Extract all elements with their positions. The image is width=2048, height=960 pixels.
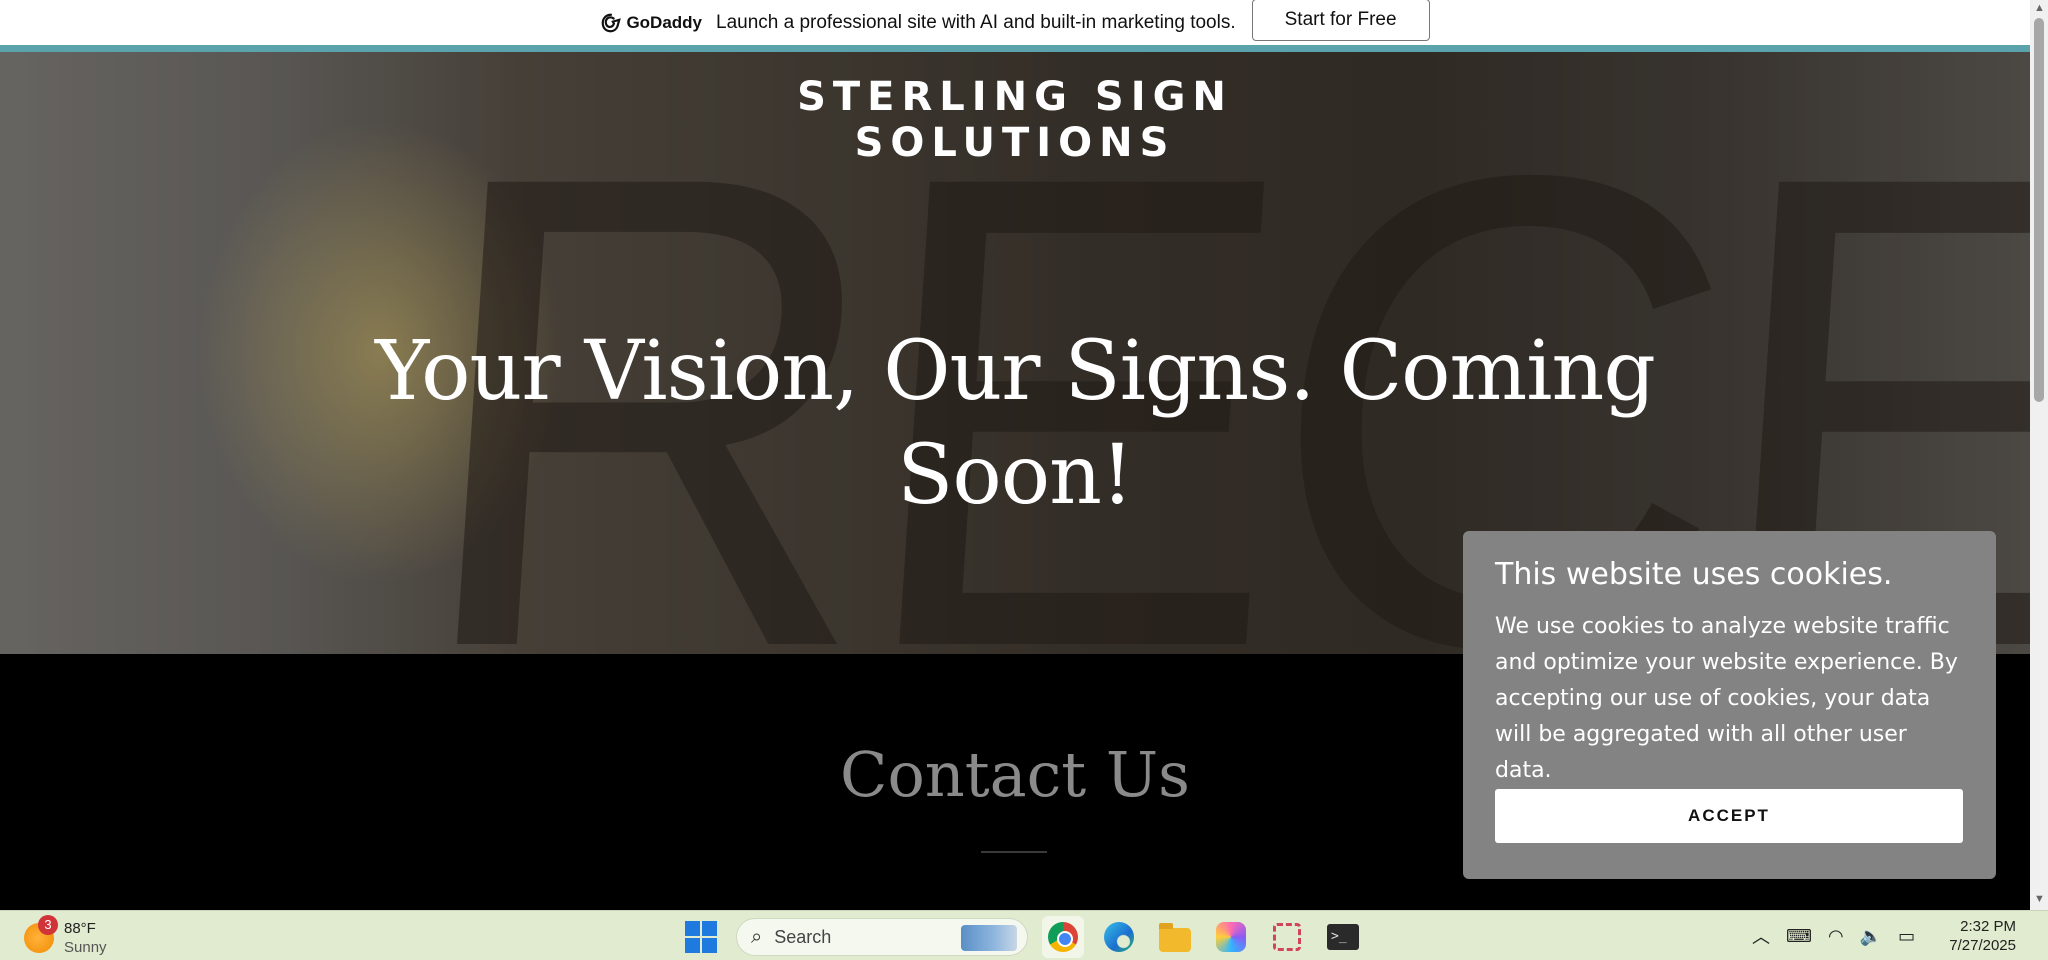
search-placeholder: Search xyxy=(774,926,832,947)
chevron-up-icon[interactable]: ︿ xyxy=(1752,923,1770,949)
taskbar-copilot[interactable] xyxy=(1210,916,1252,958)
accept-cookies-button[interactable]: ACCEPT xyxy=(1495,789,1963,843)
godaddy-logo[interactable]: GoDaddy xyxy=(600,12,702,34)
godaddy-logo-icon xyxy=(602,13,622,33)
hero-headline-line-1: Your Vision, Our Signs. Coming xyxy=(375,324,1656,419)
hero-headline-line-2: Soon! xyxy=(897,428,1134,523)
cookie-body: We use cookies to analyze website traffi… xyxy=(1495,614,1958,783)
terminal-icon: >_ xyxy=(1327,924,1359,950)
taskbar-edge[interactable] xyxy=(1098,916,1140,958)
weather-widget[interactable]: 3 88°F Sunny xyxy=(24,915,107,957)
snipping-tool-icon xyxy=(1273,923,1301,951)
search-icon: ⌕ xyxy=(751,925,763,948)
copilot-icon xyxy=(1216,922,1246,952)
weather-temperature: 88°F xyxy=(64,920,96,937)
hero-headline: Your Vision, Our Signs. Coming Soon! xyxy=(300,320,1730,528)
clock[interactable]: 2:32 PM 7/27/2025 xyxy=(1949,917,2016,955)
touch-keyboard-icon[interactable]: ⌨ xyxy=(1786,926,1812,947)
battery-icon[interactable]: ▭ xyxy=(1898,926,1915,947)
volume-icon[interactable]: 🔈 xyxy=(1860,926,1882,947)
sun-icon: 3 xyxy=(24,915,58,953)
weather-condition: Sunny xyxy=(64,939,107,956)
wifi-icon[interactable]: ◠ xyxy=(1828,926,1844,947)
taskbar-chrome[interactable] xyxy=(1042,916,1084,958)
site-title-line-1: STERLING SIGN xyxy=(797,74,1233,120)
edge-icon xyxy=(1104,922,1134,952)
scroll-down-arrow-icon[interactable]: ▼ xyxy=(2034,893,2045,905)
scroll-up-arrow-icon[interactable]: ▲ xyxy=(2034,2,2045,14)
site-title[interactable]: STERLING SIGN SOLUTIONS xyxy=(0,74,2030,166)
windows-logo-icon xyxy=(685,921,717,953)
page-scrollbar[interactable]: ▲ ▼ xyxy=(2030,0,2048,910)
taskbar-search[interactable]: ⌕ Search xyxy=(736,918,1028,956)
system-tray: ︿ ⌨ ◠ 🔈 ▭ xyxy=(1752,923,1915,949)
taskbar-terminal[interactable]: >_ xyxy=(1322,916,1364,958)
search-highlight-icon xyxy=(961,925,1017,951)
promo-text: Launch a professional site with AI and b… xyxy=(716,12,1236,33)
accent-divider xyxy=(0,45,2030,52)
folder-icon xyxy=(1159,923,1191,952)
clock-time: 2:32 PM xyxy=(1960,918,2016,935)
windows-taskbar: 3 88°F Sunny ⌕ Search >_ ︿ ⌨ ◠ 🔈 ▭ 2:32 … xyxy=(0,910,2048,960)
taskbar-file-explorer[interactable] xyxy=(1154,916,1196,958)
godaddy-logo-text: GoDaddy xyxy=(626,13,702,32)
start-for-free-button[interactable]: Start for Free xyxy=(1251,0,1430,41)
cookie-consent-dialog: This website uses cookies. We use cookie… xyxy=(1463,531,1996,879)
clock-date: 7/27/2025 xyxy=(1949,937,2016,954)
taskbar-snipping-tool[interactable] xyxy=(1266,916,1308,958)
site-title-line-2: SOLUTIONS xyxy=(854,120,1176,166)
scrollbar-thumb[interactable] xyxy=(2034,18,2044,402)
chrome-icon xyxy=(1048,922,1078,952)
contact-divider xyxy=(981,851,1047,853)
promo-bar: GoDaddy Launch a professional site with … xyxy=(0,0,2030,46)
notification-badge: 3 xyxy=(38,915,58,935)
cookie-title: This website uses cookies. xyxy=(1495,557,1893,592)
start-button[interactable] xyxy=(680,916,722,958)
